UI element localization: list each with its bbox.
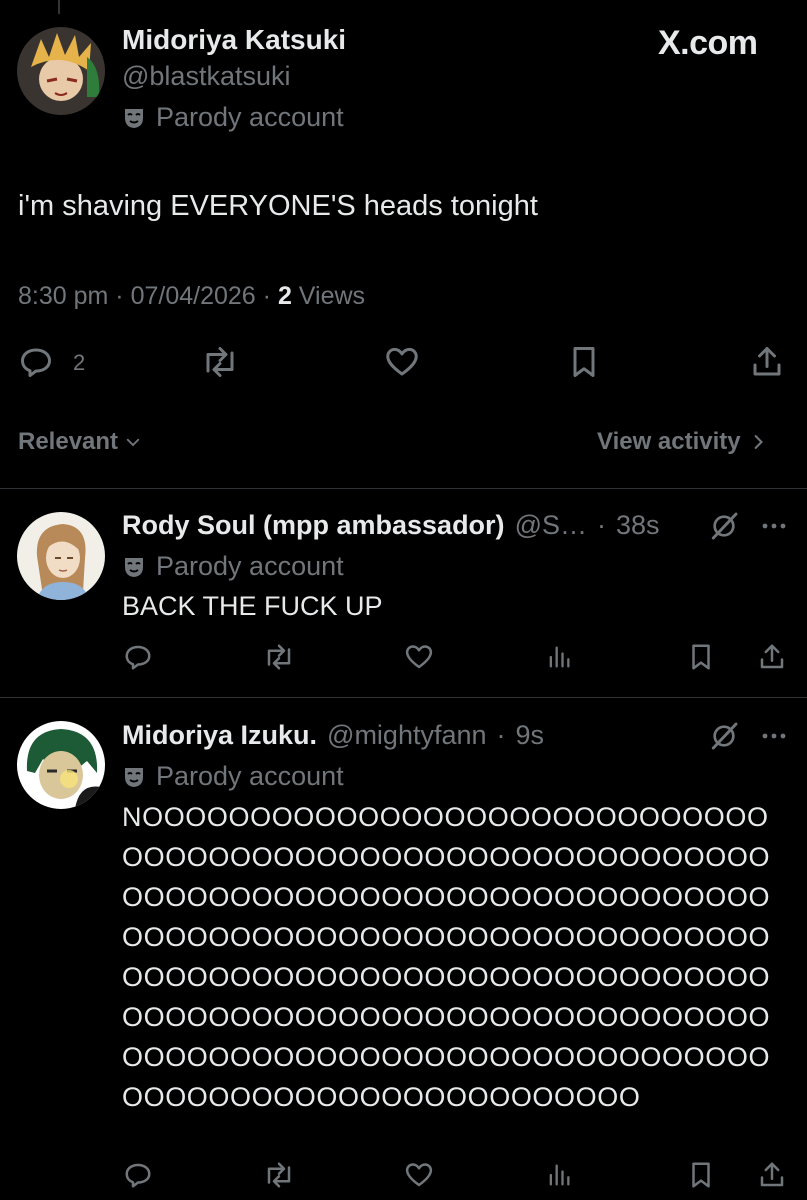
view-activity-link[interactable]: View activity <box>597 428 767 456</box>
meta-separator: · <box>262 282 278 310</box>
reply-text: NOOOOOOOOOOOOOOOOOOOOOOOOOOOOOOOOOOOOOOO… <box>122 802 771 1112</box>
analytics-icon[interactable] <box>545 1160 573 1190</box>
reply-icon[interactable] <box>18 344 54 380</box>
parody-label: Parody account <box>156 761 344 791</box>
reply-handle[interactable]: @S… <box>515 510 587 541</box>
parody-mask-icon <box>122 555 146 579</box>
grok-icon[interactable] <box>708 510 740 542</box>
bookmark-icon[interactable] <box>566 344 602 380</box>
parody-label: Parody account <box>156 102 344 132</box>
like-icon[interactable] <box>403 1160 435 1190</box>
section-divider <box>0 488 807 489</box>
x-logo-wordmark: X.com <box>658 24 758 62</box>
reply-author-name[interactable]: Rody Soul (mpp ambassador) <box>122 510 505 541</box>
grok-icon[interactable] <box>708 720 740 752</box>
bookmark-icon[interactable] <box>686 642 716 672</box>
meta-separator: · <box>596 510 606 540</box>
reply-handle[interactable]: @mightyfann <box>327 720 486 751</box>
analytics-icon[interactable] <box>545 642 573 672</box>
reply-text: BACK THE FUCK UP <box>122 591 383 621</box>
parody-badge: Parody account <box>122 102 344 133</box>
repost-icon[interactable] <box>200 344 240 380</box>
post-text: i'm shaving EVERYONE'S heads tonight <box>18 190 538 222</box>
reply-header: Rody Soul (mpp ambassador) @S… · 38s <box>122 510 660 541</box>
parody-mask-icon <box>122 106 146 130</box>
view-activity-label: View activity <box>597 428 741 455</box>
reply-icon[interactable] <box>123 1160 153 1190</box>
reply-time[interactable]: 9s <box>516 720 545 751</box>
meta-separator: · <box>115 282 131 310</box>
chevron-right-icon <box>751 432 767 452</box>
post-time[interactable]: 8:30 pm <box>18 282 108 310</box>
repost-icon[interactable] <box>262 1160 296 1190</box>
reply-time[interactable]: 38s <box>616 510 660 541</box>
reply-author-name[interactable]: Midoriya Izuku. <box>122 720 317 751</box>
views-count: 2 <box>277 282 292 310</box>
share-icon[interactable] <box>757 1160 787 1190</box>
parody-label: Parody account <box>156 551 344 581</box>
more-options-icon[interactable] <box>760 514 788 538</box>
parody-badge: Parody account <box>122 761 344 792</box>
parody-badge: Parody account <box>122 551 344 582</box>
more-options-icon[interactable] <box>760 724 788 748</box>
post-meta: 8:30 pm · 07/04/2026 · 2 Views <box>18 282 365 311</box>
reply-avatar[interactable] <box>17 512 105 600</box>
chevron-down-icon <box>124 433 142 451</box>
sort-dropdown[interactable]: Relevant <box>18 428 142 456</box>
reply-count: 2 <box>73 350 86 375</box>
share-icon[interactable] <box>757 642 787 672</box>
share-icon[interactable] <box>749 344 785 380</box>
section-divider <box>0 697 807 698</box>
like-icon[interactable] <box>403 642 435 672</box>
like-icon[interactable] <box>383 344 421 380</box>
reply-avatar[interactable] <box>17 721 105 809</box>
parody-mask-icon <box>122 765 146 789</box>
thread-connector-line <box>58 0 60 14</box>
sort-label: Relevant <box>18 428 119 455</box>
bookmark-icon[interactable] <box>686 1160 716 1190</box>
author-avatar[interactable] <box>17 27 105 115</box>
reply-header: Midoriya Izuku. @mightyfann · 9s <box>122 720 544 751</box>
post-date[interactable]: 07/04/2026 <box>131 282 256 310</box>
meta-separator: · <box>496 720 506 750</box>
repost-icon[interactable] <box>262 642 296 672</box>
views-label: Views <box>298 282 366 310</box>
reply-icon[interactable] <box>123 642 153 672</box>
author-handle[interactable]: @blastkatsuki <box>122 61 290 92</box>
author-name[interactable]: Midoriya Katsuki <box>122 24 346 56</box>
